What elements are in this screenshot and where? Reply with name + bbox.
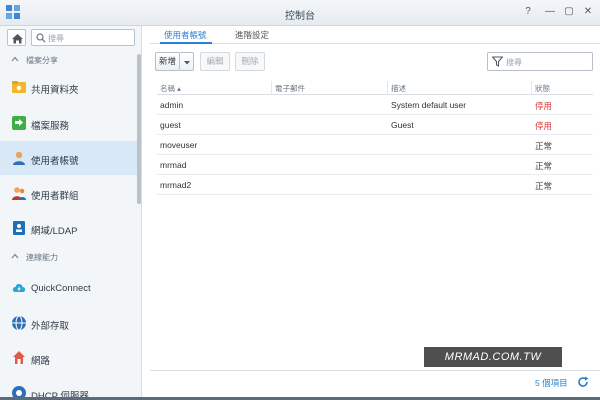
sidebar-item-quickconnect[interactable]: QuickConnect bbox=[0, 271, 139, 305]
cell-status: 正常 bbox=[535, 161, 553, 171]
sidebar-item-user-accounts[interactable]: 使用者帳號 bbox=[0, 141, 139, 175]
sidebar-search-placeholder: 搜尋 bbox=[48, 34, 64, 43]
shared-folder-icon bbox=[12, 81, 26, 93]
cell-name: mrmad bbox=[160, 160, 187, 170]
title-bar: 控制台 ? — ▢ ✕ bbox=[0, 0, 600, 26]
cell-status: 正常 bbox=[535, 181, 553, 191]
item-count: 5 個項目 bbox=[535, 378, 568, 388]
section-label: 檔案分享 bbox=[26, 56, 58, 65]
section-file-sharing[interactable]: 檔案分享 bbox=[0, 52, 142, 68]
create-button[interactable]: 新增 bbox=[155, 52, 180, 71]
sidebar-item-label: 網路 bbox=[31, 356, 51, 367]
sidebar-item-label: 檔案服務 bbox=[31, 121, 70, 132]
toolbar: 新增 編輯 刪除 搜尋 bbox=[150, 52, 600, 74]
sidebar-item-network[interactable]: 網路 bbox=[0, 341, 139, 375]
cell-name: mrmad2 bbox=[160, 180, 192, 190]
filter-icon bbox=[492, 56, 503, 67]
refresh-icon[interactable] bbox=[576, 375, 590, 389]
cell-description: System default user bbox=[391, 100, 467, 110]
sidebar-item-shared-folder[interactable]: 共用資料夾 bbox=[0, 70, 139, 104]
section-label: 連線能力 bbox=[26, 253, 58, 262]
table-row[interactable]: mrmad2 正常 bbox=[157, 175, 593, 195]
domain-ldap-icon bbox=[13, 221, 25, 235]
quickconnect-icon bbox=[12, 284, 26, 292]
watermark-logo: MRMAD.COM.TW bbox=[424, 347, 562, 367]
sidebar-item-domain-ldap[interactable]: 網域/LDAP bbox=[0, 211, 139, 245]
sidebar-item-label: 使用者帳號 bbox=[31, 156, 79, 167]
home-button[interactable] bbox=[7, 29, 26, 46]
chevron-up-icon bbox=[11, 253, 19, 259]
control-panel-window: 控制台 ? — ▢ ✕ 搜尋 檔案分享 共用資料夾 檔案服務 使用者帳號 使用者… bbox=[0, 0, 600, 400]
table-footer: 5 個項目 bbox=[150, 370, 600, 394]
cell-name: moveuser bbox=[160, 140, 198, 150]
column-separator bbox=[271, 81, 272, 95]
filter-placeholder: 搜尋 bbox=[506, 58, 522, 67]
sidebar-item-label: QuickConnect bbox=[31, 283, 91, 294]
sidebar-scrollbar[interactable] bbox=[137, 54, 141, 204]
sidebar-top: 搜尋 bbox=[0, 26, 142, 48]
sidebar-item-label: 網域/LDAP bbox=[31, 226, 78, 237]
chevron-up-icon bbox=[11, 56, 19, 62]
maximize-icon[interactable]: ▢ bbox=[562, 5, 576, 19]
close-icon[interactable]: ✕ bbox=[581, 5, 595, 19]
sidebar-search-input[interactable]: 搜尋 bbox=[31, 29, 135, 46]
main-panel: 使用者帳號 進階設定 新增 編輯 刪除 搜尋 名稱 ▴ 電子郵件 描述 狀態 a… bbox=[150, 26, 600, 400]
active-tab-indicator bbox=[160, 42, 212, 44]
column-header-name[interactable]: 名稱 ▴ bbox=[160, 83, 181, 94]
cell-name: guest bbox=[160, 120, 181, 130]
edit-button[interactable]: 編輯 bbox=[200, 52, 230, 71]
sidebar-item-file-services[interactable]: 檔案服務 bbox=[0, 106, 139, 140]
minimize-icon[interactable]: — bbox=[543, 5, 557, 19]
table-row[interactable]: moveuser 正常 bbox=[157, 135, 593, 155]
sidebar-item-user-groups[interactable]: 使用者群組 bbox=[0, 176, 139, 210]
sidebar: 搜尋 檔案分享 共用資料夾 檔案服務 使用者帳號 使用者群組 網域/LDAP 連… bbox=[0, 26, 142, 400]
tab-bar: 使用者帳號 進階設定 bbox=[150, 26, 600, 44]
section-connectivity[interactable]: 連線能力 bbox=[0, 249, 142, 265]
search-icon bbox=[36, 33, 46, 43]
caret-down-icon bbox=[184, 61, 190, 65]
user-table: 名稱 ▴ 電子郵件 描述 狀態 admin System default user… bbox=[157, 81, 593, 195]
delete-button[interactable]: 刪除 bbox=[235, 52, 265, 71]
user-icon bbox=[13, 151, 25, 165]
cell-name: admin bbox=[160, 100, 184, 110]
table-row[interactable]: admin System default user 停用 bbox=[157, 95, 593, 115]
table-body: admin System default user 停用 guest Guest 停用 mo… bbox=[157, 95, 593, 195]
column-header-email[interactable]: 電子郵件 bbox=[275, 83, 305, 94]
sidebar-item-label: 使用者群組 bbox=[31, 191, 79, 202]
external-access-icon bbox=[12, 315, 26, 331]
group-icon bbox=[12, 187, 26, 200]
filter-search-input[interactable]: 搜尋 bbox=[487, 52, 593, 71]
network-icon bbox=[13, 351, 25, 364]
table-row[interactable]: guest Guest 停用 bbox=[157, 115, 593, 135]
cell-description: Guest bbox=[391, 120, 414, 130]
home-icon bbox=[12, 34, 23, 44]
cell-status: 正常 bbox=[535, 141, 553, 151]
column-separator bbox=[531, 81, 532, 95]
sidebar-item-label: 共用資料夾 bbox=[31, 85, 79, 96]
table-row[interactable]: mrmad 正常 bbox=[157, 155, 593, 175]
help-icon[interactable]: ? bbox=[521, 5, 535, 19]
column-header-status[interactable]: 狀態 bbox=[535, 83, 550, 94]
column-separator bbox=[387, 81, 388, 95]
cell-status: 停用 bbox=[535, 101, 553, 111]
column-header-description[interactable]: 描述 bbox=[391, 83, 406, 94]
file-services-icon bbox=[12, 116, 26, 130]
tab-user-accounts[interactable]: 使用者帳號 bbox=[164, 29, 207, 41]
sidebar-item-external-access[interactable]: 外部存取 bbox=[0, 306, 139, 340]
window-title: 控制台 bbox=[285, 11, 315, 22]
sidebar-item-label: 外部存取 bbox=[31, 321, 70, 332]
cell-status: 停用 bbox=[535, 121, 553, 131]
table-header: 名稱 ▴ 電子郵件 描述 狀態 bbox=[157, 81, 593, 95]
create-dropdown-button[interactable] bbox=[180, 52, 194, 71]
tab-advanced-settings[interactable]: 進階設定 bbox=[235, 29, 269, 41]
